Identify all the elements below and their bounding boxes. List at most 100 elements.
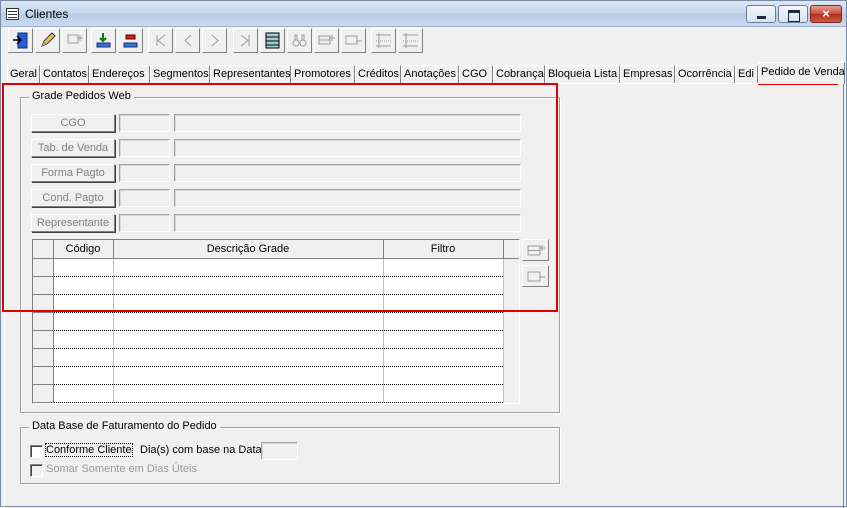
save-tray-button[interactable] [91,28,116,53]
table-row[interactable] [33,258,519,277]
tab-empresas[interactable]: Empresas [620,65,675,83]
row-filler [503,366,519,384]
remove-row-button[interactable] [341,28,366,53]
grid-cell[interactable] [383,258,504,277]
grid-cell[interactable] [53,276,114,295]
cgo-lookup-button[interactable]: CGO [31,114,115,132]
column-header-filtro[interactable]: Filtro [383,240,504,259]
forma-pagto-code-field[interactable] [119,164,170,182]
grid-cell[interactable] [383,366,504,385]
table-row[interactable] [33,366,519,385]
row-indicator[interactable] [33,258,54,277]
field-list-button[interactable] [371,28,396,53]
grid-cell[interactable] [113,330,384,349]
insert-row-button[interactable] [314,28,339,53]
tab-anotacoes[interactable]: Anotações [401,65,459,83]
tab-de-venda-description-field [174,139,521,157]
last-record-button[interactable] [233,28,258,53]
cgo-code-field[interactable] [119,114,170,132]
first-record-button[interactable] [148,28,173,53]
cond-pagto-lookup-button[interactable]: Cond. Pagto [31,189,115,207]
remove-grade-row-button[interactable] [522,265,549,287]
row-indicator[interactable] [33,312,54,331]
table-row[interactable] [33,312,519,331]
title-bar[interactable]: Clientes × [1,1,846,27]
grid-cell[interactable] [113,348,384,367]
first-record-icon [156,34,166,47]
grid-cell[interactable] [53,366,114,385]
binoculars-button[interactable] [287,28,312,53]
grid-cell[interactable] [113,294,384,313]
new-record-button[interactable] [62,28,87,53]
tab-promotores[interactable]: Promotores [291,65,355,83]
row-indicator[interactable] [33,348,54,367]
maximize-button[interactable] [778,5,808,23]
cond-pagto-description-field [174,189,521,207]
grid-cell[interactable] [113,366,384,385]
minimize-button[interactable] [746,5,776,23]
close-button[interactable]: × [810,5,842,23]
grid-cell[interactable] [113,258,384,277]
grid-cell[interactable] [53,330,114,349]
grid-cell[interactable] [383,384,504,403]
add-grade-row-button[interactable] [522,239,549,261]
grid-cell[interactable] [53,348,114,367]
grid-cell[interactable] [383,294,504,313]
row-indicator[interactable] [33,366,54,385]
grid-cell[interactable] [53,312,114,331]
tab-creditos[interactable]: Créditos [355,65,401,83]
table-row[interactable] [33,330,519,349]
grid-cell[interactable] [383,276,504,295]
grid-cell[interactable] [113,312,384,331]
dias-base-data-input[interactable] [261,442,298,460]
grid-cell[interactable] [53,294,114,313]
grid-list-button[interactable] [260,28,285,53]
tab-cobranca[interactable]: Cobrança [493,65,545,83]
tab-pedido-de-venda[interactable]: Pedido de Venda [758,62,845,84]
table-row[interactable] [33,276,519,295]
representante-lookup-button[interactable]: Representante [31,214,115,232]
representante-code-field[interactable] [119,214,170,232]
exit-door-button[interactable] [8,28,33,53]
tab-edi[interactable]: Edi [735,65,758,83]
row-indicator[interactable] [33,384,54,403]
tab-de-venda-lookup-button[interactable]: Tab. de Venda [31,139,115,157]
tab-geral[interactable]: Geral [7,65,40,83]
row-indicator[interactable] [33,276,54,295]
grid-cell[interactable] [53,258,114,277]
table-row[interactable] [33,384,519,403]
column-header-descricao-grade[interactable]: Descrição Grade [113,240,384,259]
row-indicator[interactable] [33,294,54,313]
forma-pagto-lookup-button[interactable]: Forma Pagto [31,164,115,182]
grid-cell[interactable] [113,384,384,403]
field-list-alt-button[interactable] [398,28,423,53]
tab-ocorrencia[interactable]: Ocorrência [675,65,735,83]
tab-contatos[interactable]: Contatos [40,65,89,83]
tab-bloqueia-lista[interactable]: Bloqueia Lista [545,65,620,83]
grid-cell[interactable] [383,330,504,349]
cond-pagto-code-field[interactable] [119,189,170,207]
grid-cell[interactable] [53,384,114,403]
row-indicator[interactable] [33,330,54,349]
somar-dias-uteis-checkbox[interactable] [30,464,43,477]
tab-label: CGO [462,68,488,80]
grid-cell[interactable] [383,348,504,367]
previous-record-button[interactable] [175,28,200,53]
binoculars-icon [292,34,307,47]
tab-cgo[interactable]: CGO [459,65,493,83]
tab-segmentos[interactable]: Segmentos [150,65,210,83]
conforme-cliente-label[interactable]: Conforme Cliente [45,443,133,457]
next-record-button[interactable] [202,28,227,53]
tab-de-venda-code-field[interactable] [119,139,170,157]
column-header-codigo[interactable]: Código [53,240,114,259]
grid-cell[interactable] [113,276,384,295]
grid-cell[interactable] [383,312,504,331]
pencil-button[interactable] [35,28,60,53]
conforme-cliente-checkbox[interactable] [30,445,43,458]
table-row[interactable] [33,348,519,367]
table-row[interactable] [33,294,519,313]
tab-representantes[interactable]: Representantes [210,65,291,83]
tab-enderecos[interactable]: Endereços [89,65,150,83]
delete-tray-button[interactable] [118,28,143,53]
grade-grid[interactable]: Código Descrição Grade Filtro [32,239,520,404]
